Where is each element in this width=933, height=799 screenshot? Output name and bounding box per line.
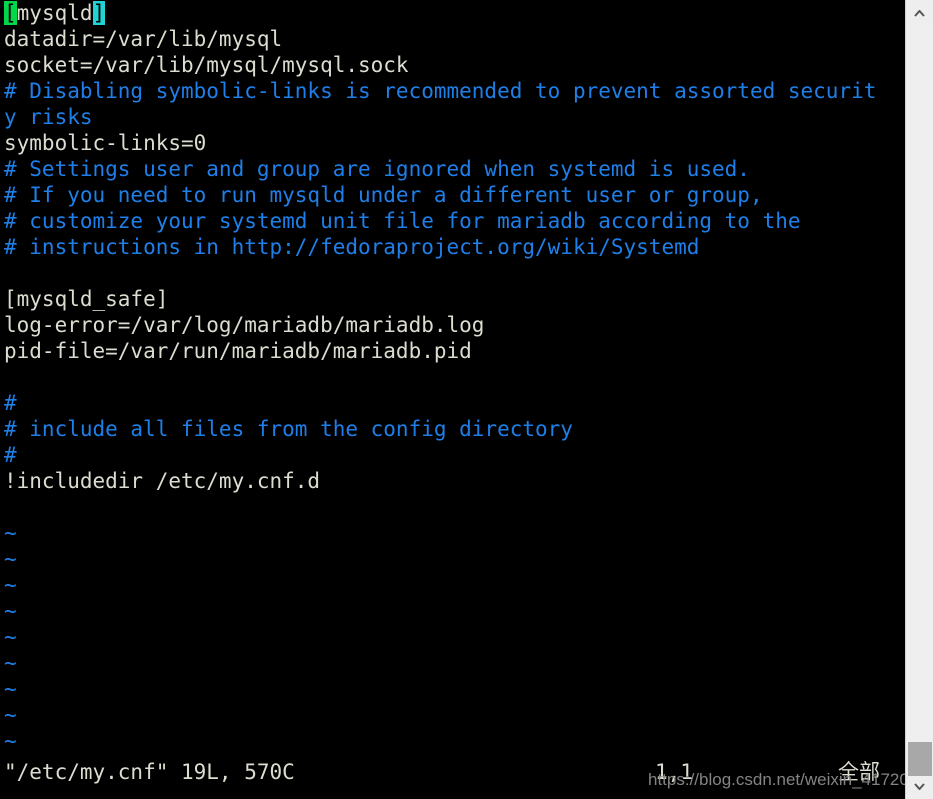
buffer-line[interactable]: socket=/var/lib/mysql/mysql.sock (0, 52, 905, 78)
buffer-line[interactable]: ~ (0, 572, 905, 598)
chevron-up-glyph (914, 9, 925, 17)
buffer-line-section-header[interactable]: [mysqld] (0, 0, 905, 26)
buffer-line[interactable]: # If you need to run mysqld under a diff… (0, 182, 905, 208)
cursor-block: ] (92, 1, 106, 25)
buffer-line[interactable]: # instructions in http://fedoraproject.o… (0, 234, 905, 260)
buffer-line[interactable]: ~ (0, 520, 905, 546)
buffer-line[interactable]: ~ (0, 676, 905, 702)
scrollbar-track[interactable] (907, 24, 933, 775)
scrollbar-thumb[interactable] (908, 742, 932, 776)
chevron-down-icon[interactable] (906, 775, 933, 797)
terminal-window: [mysqld] datadir=/var/lib/mysql socket=/va… (0, 0, 933, 799)
chevron-up-icon[interactable] (906, 2, 933, 24)
buffer-line[interactable]: symbolic-links=0 (0, 130, 905, 156)
buffer-line[interactable]: # customize your systemd unit file for m… (0, 208, 905, 234)
match-paren-open: [ (4, 1, 17, 25)
section-name: mysqld (16, 1, 93, 25)
buffer-line[interactable]: # (0, 390, 905, 416)
buffer-line[interactable]: # (0, 442, 905, 468)
buffer-line[interactable] (0, 494, 905, 520)
status-cursor-position: 1,1 (655, 760, 693, 784)
buffer-line[interactable] (0, 260, 905, 286)
vertical-scrollbar[interactable] (905, 0, 933, 799)
buffer-line[interactable]: y risks (0, 104, 905, 130)
buffer-line[interactable]: ~ (0, 650, 905, 676)
buffer-line[interactable]: ~ (0, 702, 905, 728)
buffer-line[interactable]: [mysqld_safe] (0, 286, 905, 312)
status-file-info: "/etc/my.cnf" 19L, 570C (4, 760, 295, 784)
buffer-line[interactable]: ~ (0, 728, 905, 754)
buffer-line[interactable]: !includedir /etc/my.cnf.d (0, 468, 905, 494)
vim-text-buffer[interactable]: [mysqld] datadir=/var/lib/mysql socket=/va… (0, 0, 905, 757)
buffer-line[interactable]: ~ (0, 624, 905, 650)
buffer-line[interactable]: ~ (0, 546, 905, 572)
buffer-line[interactable]: # Settings user and group are ignored wh… (0, 156, 905, 182)
buffer-line[interactable] (0, 364, 905, 390)
buffer-line[interactable]: datadir=/var/lib/mysql (0, 26, 905, 52)
buffer-line[interactable]: pid-file=/var/run/mariadb/mariadb.pid (0, 338, 905, 364)
buffer-line[interactable]: # include all files from the config dire… (0, 416, 905, 442)
buffer-line[interactable]: # Disabling symbolic-links is recommende… (0, 78, 905, 104)
vim-status-line: "/etc/my.cnf" 19L, 570C 1,1 全部 (0, 757, 905, 799)
buffer-line[interactable]: log-error=/var/log/mariadb/mariadb.log (0, 312, 905, 338)
chevron-down-glyph (914, 782, 925, 790)
status-scroll-indicator: 全部 (838, 760, 880, 784)
buffer-line[interactable]: ~ (0, 598, 905, 624)
